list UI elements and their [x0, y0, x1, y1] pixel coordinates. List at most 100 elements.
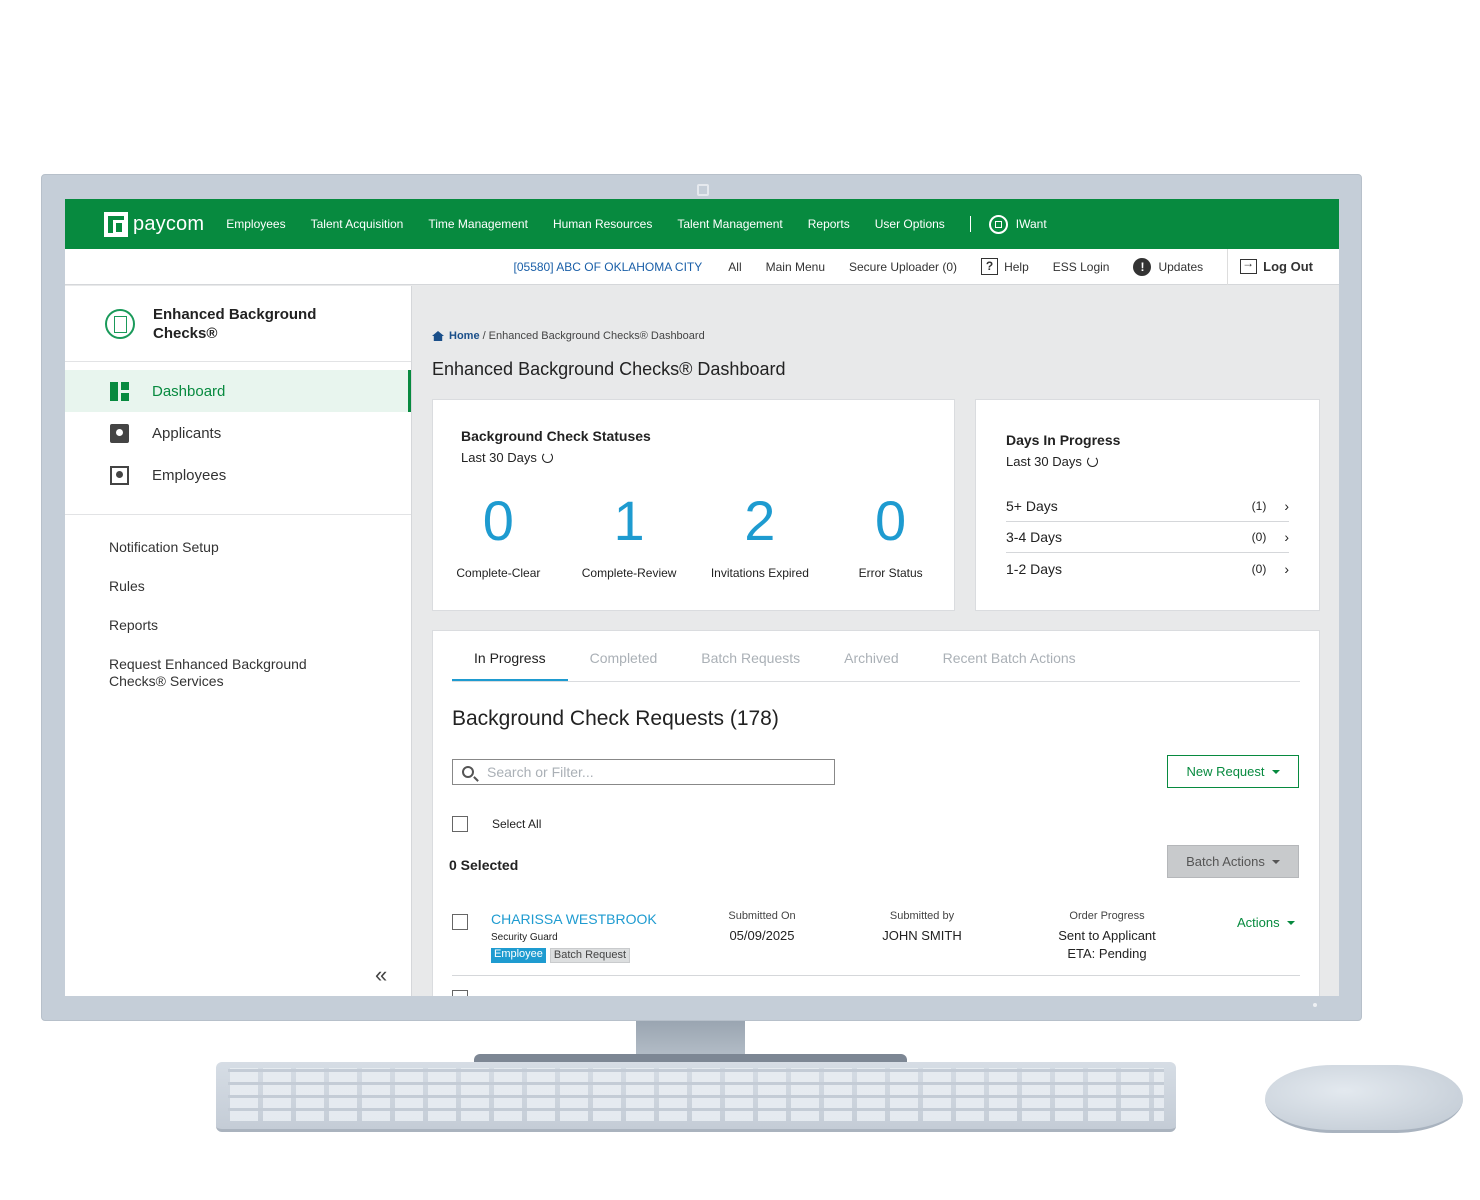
- row-badges: Employee Batch Request: [491, 948, 631, 963]
- company-selector[interactable]: [05580] ABC OF OKLAHOMA CITY: [514, 260, 703, 274]
- breadcrumb: Home / Enhanced Background Checks® Dashb…: [432, 330, 705, 342]
- chevron-right-icon: ›: [1284, 560, 1289, 577]
- ess-login-link[interactable]: ESS Login: [1053, 260, 1110, 274]
- nav-reports[interactable]: Reports: [808, 217, 850, 231]
- new-request-button[interactable]: New Request: [1167, 755, 1299, 788]
- collapse-sidebar-icon[interactable]: «: [375, 962, 387, 988]
- main-menu-link[interactable]: Main Menu: [766, 260, 825, 274]
- updates-alert-icon: !: [1133, 257, 1152, 276]
- sidebar-link-request-services[interactable]: Request Enhanced Background Checks® Serv…: [65, 656, 365, 690]
- days-row-3-4[interactable]: 3-4 Days (0) ›: [1006, 522, 1289, 553]
- submitted-by-value: JOHN SMITH: [882, 928, 962, 943]
- logout-icon: [1240, 256, 1258, 274]
- days-row-5plus[interactable]: 5+ Days (1) ›: [1006, 491, 1289, 522]
- refresh-icon[interactable]: [1086, 456, 1098, 467]
- help-link[interactable]: ? Help: [981, 258, 1029, 275]
- sidebar-link-notification-setup[interactable]: Notification Setup: [65, 539, 411, 556]
- refresh-icon[interactable]: [541, 452, 553, 463]
- logout-button[interactable]: Log Out: [1227, 248, 1313, 285]
- days-in-progress-card: Days In Progress Last 30 Days 5+ Days (1…: [975, 399, 1320, 611]
- search-input[interactable]: [487, 764, 807, 780]
- sidebar-item-label: Applicants: [152, 424, 222, 442]
- all-link[interactable]: All: [728, 260, 741, 274]
- status-card-period[interactable]: Last 30 Days: [461, 450, 651, 465]
- tab-completed[interactable]: Completed: [568, 631, 680, 681]
- stat-invitations-expired[interactable]: 2 Invitations Expired: [695, 492, 826, 581]
- help-icon: ?: [981, 258, 999, 275]
- iwant-icon[interactable]: [988, 214, 1008, 234]
- tab-batch-requests[interactable]: Batch Requests: [679, 631, 822, 681]
- stat-error-status[interactable]: 0 Error Status: [825, 489, 956, 581]
- paycom-logo-icon: [104, 211, 128, 237]
- batch-actions-button[interactable]: Batch Actions: [1167, 845, 1299, 878]
- period-label: Last 30 Days: [461, 450, 537, 465]
- nav-human-resources[interactable]: Human Resources: [553, 217, 652, 231]
- stat-value: 0: [875, 489, 907, 552]
- status-card-title: Background Check Statuses: [461, 428, 651, 444]
- col-label: Order Progress: [1069, 910, 1145, 922]
- period-label: Last 30 Days: [1006, 454, 1082, 469]
- row-actions-menu[interactable]: Actions: [1237, 915, 1295, 930]
- batch-request-badge: Batch Request: [549, 948, 631, 963]
- nav-talent-management[interactable]: Talent Management: [677, 217, 782, 231]
- stat-value: 1: [613, 489, 645, 552]
- top-nav: paycom Employees Talent Acquisition Time…: [65, 199, 1339, 249]
- select-all-checkbox[interactable]: [452, 816, 468, 832]
- sidebar-title: Enhanced Background Checks®: [153, 305, 317, 342]
- caret-down-icon: [1271, 769, 1280, 774]
- paycom-logo[interactable]: paycom: [104, 211, 204, 237]
- stat-label: Invitations Expired: [710, 566, 809, 580]
- sidebar-item-dashboard[interactable]: Dashboard: [65, 370, 411, 412]
- sidebar-item-applicants[interactable]: Applicants: [65, 412, 411, 454]
- table-row: CHARISSA WESTBROOK Security Guard Employ…: [452, 901, 1300, 976]
- submitted-on-col: Submitted On 05/09/2025: [722, 910, 802, 945]
- days-row-count: (0): [1251, 561, 1267, 576]
- tab-archived[interactable]: Archived: [822, 631, 920, 681]
- nav-employees[interactable]: Employees: [226, 217, 285, 231]
- sidebar-item-employees[interactable]: Employees: [65, 454, 411, 496]
- caret-down-icon: [1271, 859, 1280, 864]
- order-progress-col: Order Progress Sent to Applicant ETA: Pe…: [1042, 910, 1172, 963]
- select-all[interactable]: Select All: [452, 816, 541, 832]
- sidebar-link-rules[interactable]: Rules: [65, 578, 411, 595]
- help-label: Help: [1004, 259, 1029, 274]
- row-checkbox[interactable]: [452, 990, 468, 996]
- sidebar-link-reports[interactable]: Reports: [65, 617, 411, 634]
- row-checkbox[interactable]: [452, 914, 468, 930]
- webcam-icon: [697, 184, 709, 196]
- days-card-period[interactable]: Last 30 Days: [1006, 454, 1120, 469]
- chevron-right-icon: ›: [1284, 498, 1289, 514]
- power-led: [1313, 1003, 1317, 1007]
- employee-card-icon: [110, 465, 129, 485]
- days-card-title: Days In Progress: [1006, 432, 1121, 448]
- days-row-1-2[interactable]: 1-2 Days (0) ›: [1006, 553, 1289, 584]
- dashboard-icon: [110, 381, 129, 401]
- actions-label: Actions: [1237, 915, 1280, 930]
- breadcrumb-home[interactable]: Home: [449, 330, 480, 342]
- clipboard-user-icon: [110, 423, 129, 443]
- days-row-count: (1): [1251, 499, 1267, 513]
- sidebar-item-label: Employees: [152, 466, 227, 484]
- tab-recent-batch-actions[interactable]: Recent Batch Actions: [921, 631, 1098, 681]
- tab-in-progress[interactable]: In Progress: [452, 631, 568, 681]
- selected-count: 0 Selected: [449, 857, 519, 873]
- sidebar: Enhanced Background Checks® Dashboard Ap…: [65, 286, 412, 996]
- nav-user-options[interactable]: User Options: [875, 217, 945, 231]
- updates-link[interactable]: ! Updates: [1133, 257, 1203, 276]
- secure-uploader-link[interactable]: Secure Uploader (0): [849, 260, 957, 274]
- stat-label: Error Status: [858, 566, 923, 580]
- applicant-name-link[interactable]: CHARISSA WESTBROOK: [491, 911, 657, 927]
- stat-value: 0: [482, 489, 514, 552]
- home-icon[interactable]: [432, 331, 444, 341]
- col-label: Submitted On: [728, 910, 796, 922]
- nav-talent-acquisition[interactable]: Talent Acquisition: [311, 217, 404, 231]
- days-row-count: (0): [1251, 530, 1267, 544]
- batch-actions-label: Batch Actions: [1186, 854, 1265, 869]
- nav-iwant[interactable]: IWant: [1016, 217, 1047, 231]
- nav-divider: [969, 216, 971, 232]
- stat-complete-review[interactable]: 1 Complete-Review: [564, 489, 695, 581]
- mouse: [1265, 1065, 1463, 1133]
- nav-time-management[interactable]: Time Management: [428, 217, 528, 231]
- employee-badge: Employee: [491, 948, 546, 963]
- stat-complete-clear[interactable]: 0 Complete-Clear: [433, 489, 564, 581]
